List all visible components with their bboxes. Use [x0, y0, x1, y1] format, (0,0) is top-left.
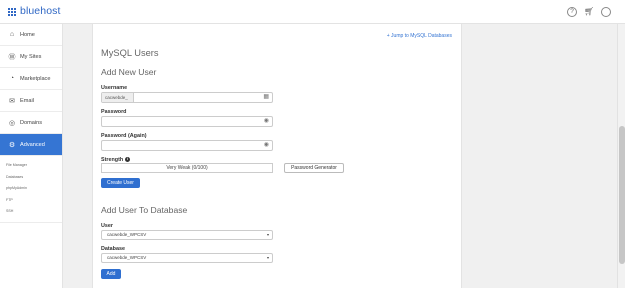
user-label: User [101, 223, 113, 229]
password-reveal-icon[interactable]: ◉ [264, 118, 269, 125]
keyboard-icon[interactable]: ▦ [263, 94, 269, 101]
sidebar-item-email[interactable]: ✉ Email [0, 90, 62, 112]
logo-grid-icon [8, 7, 16, 16]
username-field[interactable]: cacwebde_ ▦ [101, 92, 273, 103]
sidebar-item-marketplace[interactable]: ◔ Marketplace [0, 68, 62, 90]
create-user-button[interactable]: Create User [101, 178, 140, 188]
database-select[interactable]: cacwebde_WPCSV ▾ [101, 253, 273, 263]
sidebar: ⌂ Home Ⓦ My Sites ◔ Marketplace ✉ Email … [0, 24, 63, 288]
help-icon[interactable]: ? [567, 7, 577, 17]
jump-to-databases-link[interactable]: + Jump to MySQL Databases [387, 33, 452, 39]
username-label: Username [101, 85, 128, 91]
sidebar-item-label: Home [20, 31, 35, 38]
password-label: Password [101, 109, 127, 115]
wordpress-icon: Ⓦ [8, 53, 16, 61]
sidebar-item-label: Email [20, 97, 34, 104]
globe-icon: ◎ [8, 119, 16, 127]
email-icon: ✉ [9, 97, 15, 105]
sidebar-item-my-sites[interactable]: Ⓦ My Sites [0, 46, 62, 68]
info-icon[interactable]: i [125, 157, 131, 162]
password-again-label: Password (Again) [101, 133, 147, 139]
database-select-value: cacwebde_WPCSV [107, 255, 147, 260]
sidebar-subitem-ftp[interactable]: FTP [0, 195, 62, 207]
password-again-field[interactable]: ◉ [101, 140, 273, 151]
sidebar-subitem-ssh[interactable]: SSH [0, 206, 62, 218]
chevron-down-icon: ▾ [266, 232, 269, 237]
mysql-users-panel: + Jump to MySQL Databases MySQL Users Ad… [92, 24, 462, 288]
add-new-user-heading: Add New User [101, 67, 157, 77]
database-label: Database [101, 246, 125, 252]
page-scrollbar[interactable] [617, 24, 625, 288]
strength-meter: Very Weak (0/100) [101, 163, 273, 173]
home-icon: ⌂ [9, 31, 15, 38]
sidebar-item-home[interactable]: ⌂ Home [0, 24, 62, 46]
gear-icon: ⚙ [8, 141, 16, 149]
password-reveal-icon[interactable]: ◉ [264, 142, 269, 149]
add-user-to-database-heading: Add User To Database [101, 205, 188, 215]
brand-name: bluehost [20, 5, 61, 17]
sidebar-subitem-databases[interactable]: Databases [0, 172, 62, 184]
sidebar-subitem-file-manager[interactable]: File Manager [0, 160, 62, 172]
password-field[interactable]: ◉ [101, 116, 273, 127]
add-button[interactable]: Add [101, 269, 121, 279]
sidebar-subitem-phpmyadmin[interactable]: phpMyAdmin [0, 183, 62, 195]
bluehost-logo[interactable]: bluehost [8, 6, 61, 17]
user-select[interactable]: cacwebde_WPCSV ▾ [101, 230, 273, 240]
chevron-down-icon: ▾ [266, 255, 269, 260]
sidebar-item-domains[interactable]: ◎ Domains [0, 112, 62, 134]
cart-icon[interactable]: 🛒︎ [584, 7, 594, 17]
sidebar-item-label: Advanced [20, 141, 45, 148]
header-icons: ? 🛒︎ [567, 7, 611, 17]
sidebar-item-advanced[interactable]: ⚙ Advanced [0, 134, 62, 156]
sidebar-item-label: Domains [20, 119, 43, 126]
page-title: MySQL Users [101, 48, 159, 58]
password-generator-button[interactable]: Password Generator [284, 163, 344, 173]
username-prefix: cacwebde_ [102, 93, 134, 102]
scrollbar-thumb[interactable] [619, 126, 625, 264]
marketplace-icon: ◔ [9, 75, 15, 82]
user-icon[interactable] [601, 7, 611, 17]
advanced-sub-list: File Manager Databases phpMyAdmin FTP SS… [0, 156, 62, 223]
user-select-value: cacwebde_WPCSV [107, 232, 147, 237]
top-bar: bluehost ? 🛒︎ [0, 0, 625, 24]
sidebar-item-label: My Sites [20, 53, 42, 60]
sidebar-item-label: Marketplace [20, 75, 51, 82]
